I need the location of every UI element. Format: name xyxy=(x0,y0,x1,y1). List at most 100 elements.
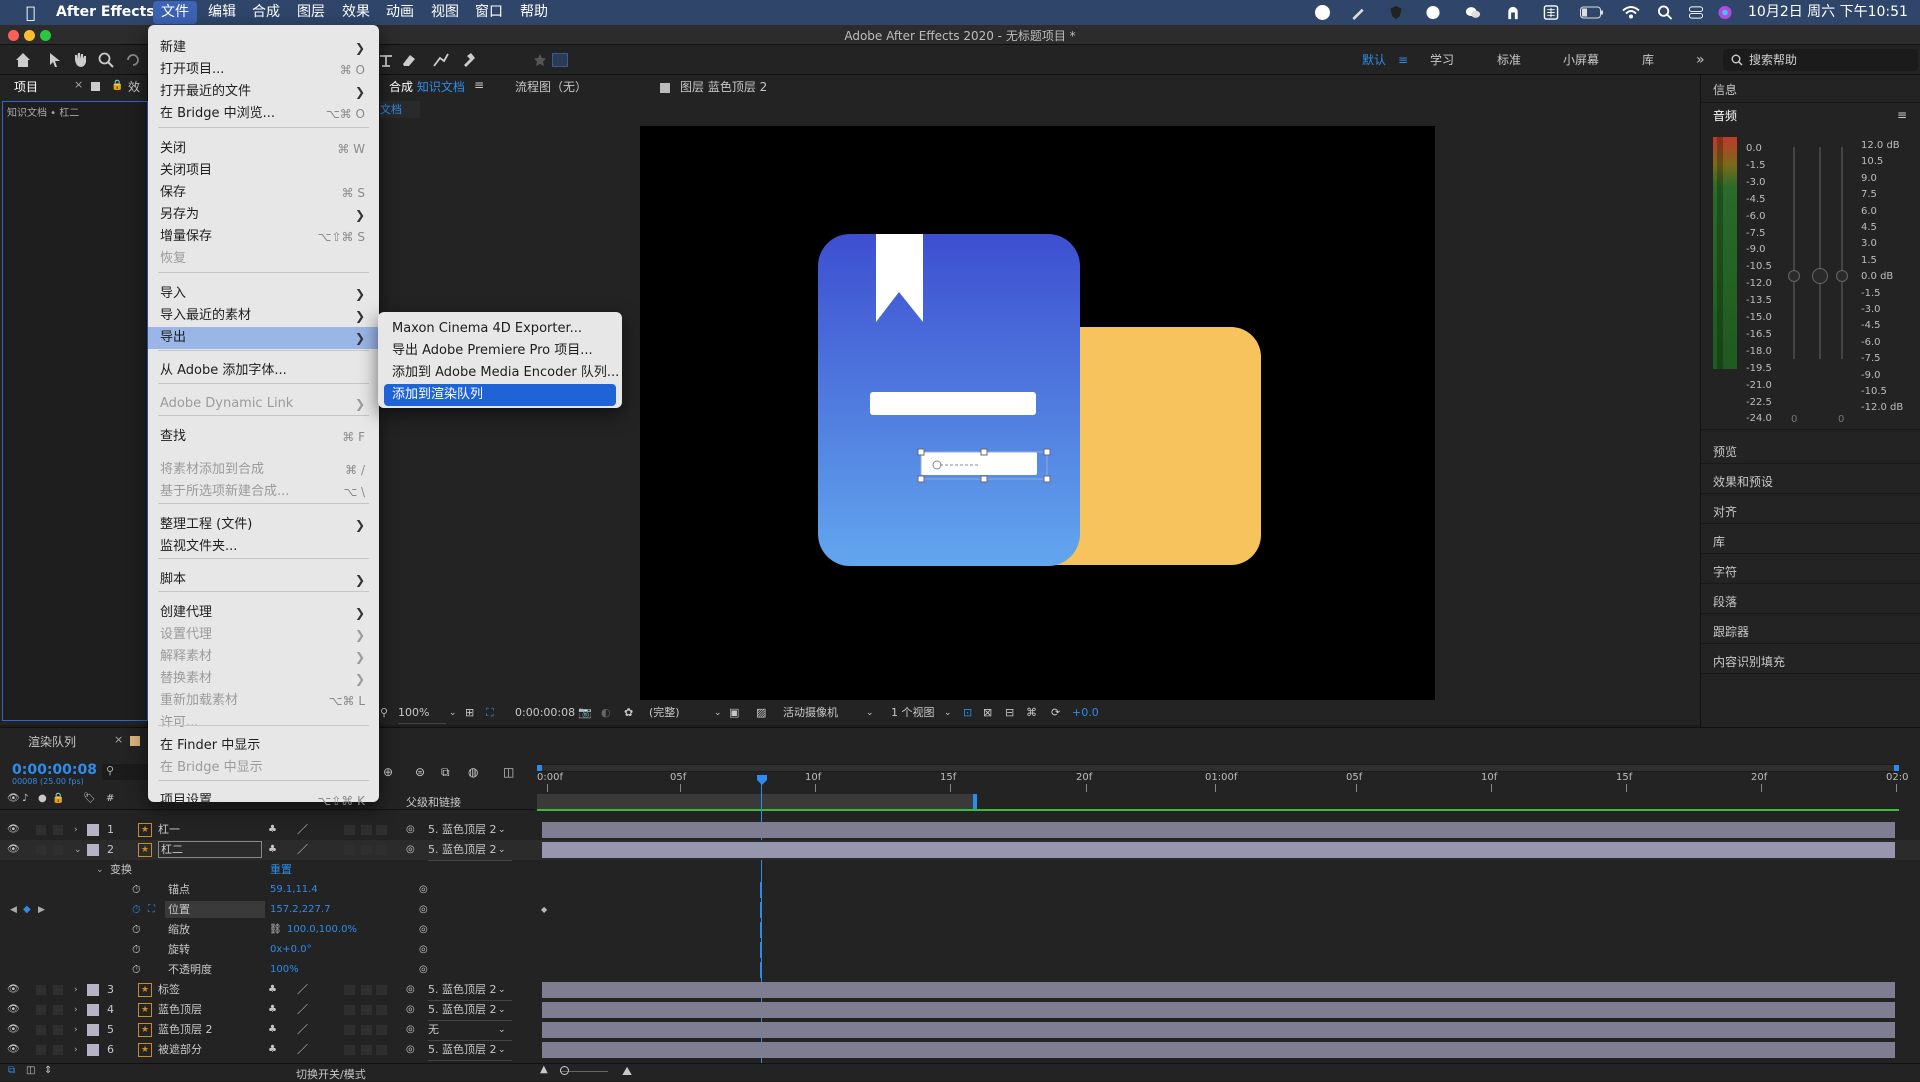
file-menu-item-import-recent[interactable]: 导入最近的素材 ❯ xyxy=(148,305,379,327)
property-row-anchor-point[interactable]: ⏱ 锚点 59.1,11.4 ◎ xyxy=(0,880,1920,900)
solo-toggle[interactable] xyxy=(36,845,46,855)
magnifier-icon[interactable]: ⚲ xyxy=(380,702,388,724)
section-effects-presets[interactable]: 效果和预设 xyxy=(1713,473,1773,490)
input-method-icon[interactable] xyxy=(1543,5,1559,20)
visibility-eye-icon[interactable]: 👁 xyxy=(7,980,20,1000)
pickwhip-icon[interactable]: ◎ xyxy=(419,940,428,960)
file-menu-item-create-proxy[interactable]: 创建代理 ❯ xyxy=(148,602,379,624)
quality-switch-icon[interactable]: ／ xyxy=(297,1000,308,1020)
navigator-range[interactable] xyxy=(537,765,1899,771)
clock[interactable]: 10月2日 周六 下午10:51 xyxy=(1748,0,1908,25)
pickwhip-icon[interactable]: ◎ xyxy=(406,1020,415,1040)
workspace-default[interactable]: 默认 xyxy=(1362,45,1386,75)
reset-link[interactable]: 重置 xyxy=(270,860,292,880)
solo-toggle[interactable] xyxy=(36,825,46,835)
keyframe-toggle-icon[interactable]: ◆ xyxy=(23,900,31,920)
section-paragraph[interactable]: 段落 xyxy=(1713,593,1737,610)
pickwhip-icon[interactable]: ◎ xyxy=(406,820,415,840)
stopwatch-icon[interactable]: ⏱ xyxy=(132,960,141,980)
layer-duration-bar[interactable] xyxy=(542,1042,1895,1058)
constrain-link-icon[interactable]: ⛓ xyxy=(269,920,282,940)
layer-row[interactable]: 👁 › 1 ★ 杠一 ♣ ／ ◎ 5. 蓝色顶层 2 ⌄ xyxy=(0,820,1920,841)
menu-composition[interactable]: 合成 xyxy=(244,0,288,25)
file-menu-item-find[interactable]: 查找 ⌘ F xyxy=(148,426,379,448)
chevron-down-icon[interactable]: ⌄ xyxy=(498,980,506,1000)
playhead-handle[interactable] xyxy=(757,775,767,785)
collapse-switch-icon[interactable]: ♣ xyxy=(268,840,277,860)
selection-handle[interactable] xyxy=(917,448,925,456)
layer-duration-bar[interactable] xyxy=(542,822,1895,838)
slider-knob[interactable] xyxy=(1812,268,1828,284)
menu-effect[interactable]: 效果 xyxy=(334,0,378,25)
chevron-down-icon[interactable]: ⌄ xyxy=(866,702,874,724)
prev-keyframe-icon[interactable]: ◀ xyxy=(10,900,17,920)
label-color[interactable] xyxy=(87,1044,99,1056)
show-snapshot-icon[interactable]: ◐ xyxy=(601,702,611,724)
solo-toggle[interactable] xyxy=(36,1005,46,1015)
section-character[interactable]: 字符 xyxy=(1713,563,1737,580)
switch-slot[interactable] xyxy=(361,845,372,855)
toggle-pixel-icon[interactable]: ⊡ xyxy=(963,702,972,724)
switch-slot[interactable] xyxy=(344,845,355,855)
grid-icon[interactable]: ⊞ xyxy=(465,702,474,724)
menu-file[interactable]: 文件 xyxy=(153,1,197,24)
switch-slot[interactable] xyxy=(344,1025,355,1035)
pickwhip-icon[interactable]: ◎ xyxy=(419,900,428,920)
layer-name[interactable]: 蓝色顶层 2 xyxy=(158,1020,213,1040)
layer-duration-bar[interactable] xyxy=(542,1002,1895,1018)
file-menu-item-browse-bridge[interactable]: 在 Bridge 中浏览... ⌥⌘ O xyxy=(148,103,379,125)
menu-edit[interactable]: 编辑 xyxy=(200,0,244,25)
pickwhip-icon[interactable]: ◎ xyxy=(406,840,415,860)
menu-layer[interactable]: 图层 xyxy=(289,0,333,25)
file-menu[interactable]: 新建 ❯ 打开项目... ⌘ O 打开最近的文件 ❯ 在 Bridge 中浏览... ⌥⌘ O… xyxy=(148,25,379,808)
region-icon[interactable]: ▣ xyxy=(729,702,739,724)
lock-toggle[interactable] xyxy=(53,1005,63,1015)
selection-handle[interactable] xyxy=(917,475,925,483)
file-menu-item-open-recent[interactable]: 打开最近的文件 ❯ xyxy=(148,81,379,103)
more-workspaces-icon[interactable]: » xyxy=(1696,45,1705,75)
file-menu-item-add-fonts-adobe[interactable]: 从 Adobe 添加字体... xyxy=(148,360,379,382)
label-color[interactable] xyxy=(87,984,99,996)
file-menu-item-watch-folder[interactable]: 监视文件夹... xyxy=(148,536,379,558)
tab-render-queue[interactable]: 渲染队列 xyxy=(28,730,76,754)
app-menu[interactable]: After Effects xyxy=(48,0,163,25)
file-menu-item-import[interactable]: 导入 ❯ xyxy=(148,283,379,305)
hand-tool-icon[interactable] xyxy=(72,51,88,68)
transform-group[interactable]: ⌄ 变换 重置 xyxy=(0,860,535,880)
solo-toggle[interactable] xyxy=(36,985,46,995)
roto-brush-icon[interactable] xyxy=(432,52,450,68)
home-icon[interactable] xyxy=(14,51,32,69)
star-icon[interactable] xyxy=(533,53,547,67)
chat-icon[interactable] xyxy=(1425,5,1441,20)
zoom-dropdown[interactable]: 100% xyxy=(398,702,446,724)
file-menu-item-increment-save[interactable]: 增量保存 ⌥⇧⌘ S xyxy=(148,226,379,248)
status-app-icon[interactable] xyxy=(1315,5,1330,20)
chevron-right-icon[interactable]: › xyxy=(74,1000,78,1020)
lock-header-icon[interactable]: 🔒 xyxy=(52,793,64,804)
pen-icon[interactable] xyxy=(1350,5,1366,20)
switch-slot[interactable] xyxy=(344,1005,355,1015)
chevron-right-icon[interactable]: › xyxy=(74,980,78,1000)
quality-switch-icon[interactable]: ／ xyxy=(297,1040,308,1060)
tab-project[interactable]: 项目 xyxy=(14,75,38,99)
tab-layer[interactable]: 图层 蓝色顶层 2 xyxy=(680,75,767,99)
menu-view[interactable]: 视图 xyxy=(423,0,467,25)
chevron-down-icon[interactable]: ⌄ xyxy=(498,1020,506,1040)
workspace-learn[interactable]: 学习 xyxy=(1430,45,1454,75)
switch-slot[interactable] xyxy=(344,985,355,995)
lock-toggle[interactable] xyxy=(53,845,63,855)
comp-menu-icon[interactable]: ≡ xyxy=(474,78,484,92)
timeline-search-input[interactable]: ⚲ xyxy=(102,764,148,780)
visibility-eye-icon[interactable]: 👁 xyxy=(7,1040,20,1060)
slider-knob[interactable] xyxy=(1788,270,1800,282)
switch-slot[interactable] xyxy=(361,1045,372,1055)
close-tab-icon[interactable]: × xyxy=(114,733,123,746)
pickwhip-icon[interactable]: ◎ xyxy=(419,960,428,980)
arch-icon[interactable] xyxy=(1505,5,1521,20)
project-content[interactable]: 知识文档 • 杠二 xyxy=(2,101,148,721)
menu-animation[interactable]: 动画 xyxy=(378,0,422,25)
audio-toggle-header-icon[interactable]: ♪ xyxy=(22,793,28,804)
property-value[interactable]: 157.2,227.7 xyxy=(270,900,330,920)
export-item-cinema4d-exporter[interactable]: Maxon Cinema 4D Exporter... xyxy=(384,318,616,340)
switch-slot[interactable] xyxy=(361,985,372,995)
